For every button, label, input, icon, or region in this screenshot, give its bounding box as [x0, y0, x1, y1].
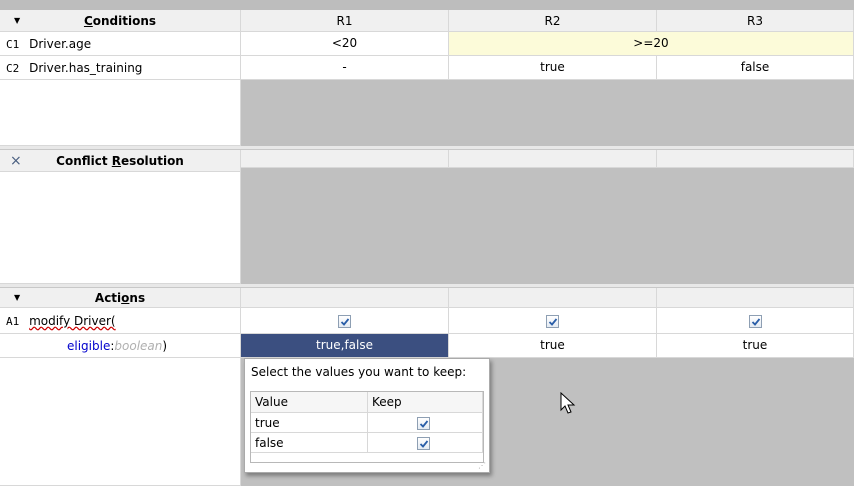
- column-header-r3[interactable]: R3: [657, 10, 854, 32]
- condition-row-c1-label[interactable]: C1 Driver.age: [0, 32, 241, 56]
- actions-r1-header: [241, 288, 449, 308]
- c2-r3-cell[interactable]: false: [657, 56, 854, 80]
- collapse-actions-icon[interactable]: ▼: [14, 288, 20, 308]
- a1-r1-cell: [241, 308, 449, 334]
- c1-r1-cell[interactable]: <20: [241, 32, 449, 56]
- conflict-r1-header: [241, 150, 449, 168]
- popup-row-keep-cell: [368, 433, 483, 453]
- conflict-resolution-header: × Conflict Resolution: [0, 150, 241, 172]
- collapse-conditions-icon[interactable]: ▼: [14, 10, 20, 32]
- condition-id-c2: C2: [6, 62, 20, 75]
- conflict-empty-label-area: [0, 172, 241, 284]
- c2-r1-cell[interactable]: -: [241, 56, 449, 80]
- eligible-r2-cell[interactable]: true: [449, 334, 657, 358]
- popup-header-keep[interactable]: Keep: [368, 392, 483, 413]
- a1-r2-checkbox[interactable]: [546, 315, 559, 328]
- conflict-r2-header: [449, 150, 657, 168]
- condition-row-c2-label[interactable]: C2 Driver.has_training: [0, 56, 241, 80]
- c2-r2-cell[interactable]: true: [449, 56, 657, 80]
- actions-title: Actions: [94, 291, 146, 305]
- condition-expr-c1: Driver.age: [29, 37, 92, 51]
- conditions-empty-area: [0, 80, 241, 146]
- popup-row-keep-cell: [368, 413, 483, 433]
- action-field-row-label[interactable]: eligible:boolean): [0, 334, 241, 358]
- actions-empty-label-area: [0, 358, 241, 486]
- field-close-paren: ): [162, 339, 168, 353]
- a1-r3-cell: [657, 308, 854, 334]
- condition-expr-c2: Driver.has_training: [29, 61, 143, 75]
- popup-header-value[interactable]: Value: [251, 392, 368, 413]
- conditions-title: Conditions: [83, 14, 157, 28]
- popup-row-value: false: [251, 433, 368, 453]
- value-filter-popup: Select the values you want to keep: Valu…: [244, 358, 490, 473]
- action-id-a1: A1: [6, 315, 20, 328]
- popup-row-value: true: [251, 413, 368, 433]
- eligible-r1-cell-selected[interactable]: true,false: [241, 334, 449, 358]
- field-type: boolean: [114, 339, 163, 353]
- a1-r2-cell: [449, 308, 657, 334]
- eligible-r3-cell[interactable]: true: [657, 334, 854, 358]
- conditions-empty-grid: [241, 80, 854, 146]
- close-icon[interactable]: ×: [10, 150, 22, 172]
- column-header-r2[interactable]: R2: [449, 10, 657, 32]
- conditions-header: ▼ Conditions: [0, 10, 241, 32]
- actions-header: ▼ Actions: [0, 288, 241, 308]
- column-header-r1[interactable]: R1: [241, 10, 449, 32]
- field-name-eligible: eligible: [67, 339, 111, 353]
- keep-true-checkbox[interactable]: [417, 417, 430, 430]
- conflict-empty-grid: [241, 168, 854, 284]
- action-row-a1-label[interactable]: A1 modify Driver(: [0, 308, 241, 334]
- c1-r2r3-merged-cell[interactable]: >=20: [449, 32, 854, 56]
- actions-r2-header: [449, 288, 657, 308]
- a1-r1-checkbox[interactable]: [338, 315, 351, 328]
- mouse-cursor-icon: [560, 392, 576, 414]
- popup-table: Value Keep true false: [250, 391, 484, 463]
- resize-grip-icon[interactable]: ⋰: [478, 461, 486, 470]
- condition-id-c1: C1: [6, 38, 20, 51]
- popup-prompt: Select the values you want to keep:: [251, 365, 467, 379]
- action-expr-a1: modify Driver(: [29, 314, 116, 328]
- keep-false-checkbox[interactable]: [417, 437, 430, 450]
- conflict-r3-header: [657, 150, 854, 168]
- a1-r3-checkbox[interactable]: [748, 315, 762, 328]
- conflict-resolution-title: Conflict Resolution: [56, 154, 184, 168]
- actions-r3-header: [657, 288, 854, 308]
